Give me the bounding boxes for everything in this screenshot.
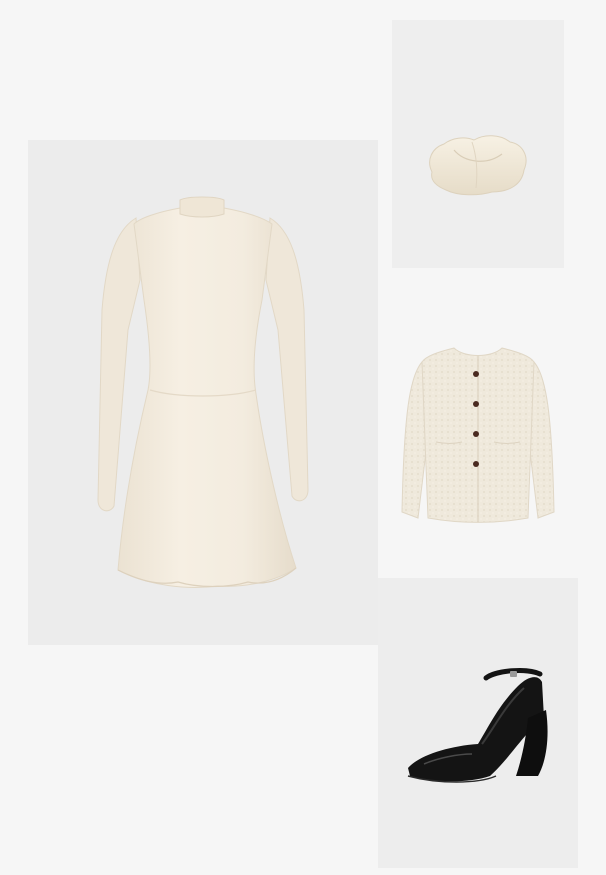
cream-pouch-bag-image — [429, 135, 527, 196]
jacket-button-2 — [473, 401, 479, 407]
bag-product-tile[interactable] — [392, 20, 564, 268]
jacket-button-4 — [473, 461, 479, 467]
jacket-button-3 — [473, 431, 479, 437]
jacket-button-1 — [473, 371, 479, 377]
cream-boucle-jacket-image — [401, 347, 555, 523]
jacket-product-tile[interactable] — [392, 292, 564, 554]
shoe-product-tile[interactable] — [378, 578, 578, 868]
cream-knit-dress-image — [97, 196, 309, 588]
dress-product-tile[interactable] — [28, 140, 378, 645]
black-block-heel-pump-image — [407, 668, 548, 783]
